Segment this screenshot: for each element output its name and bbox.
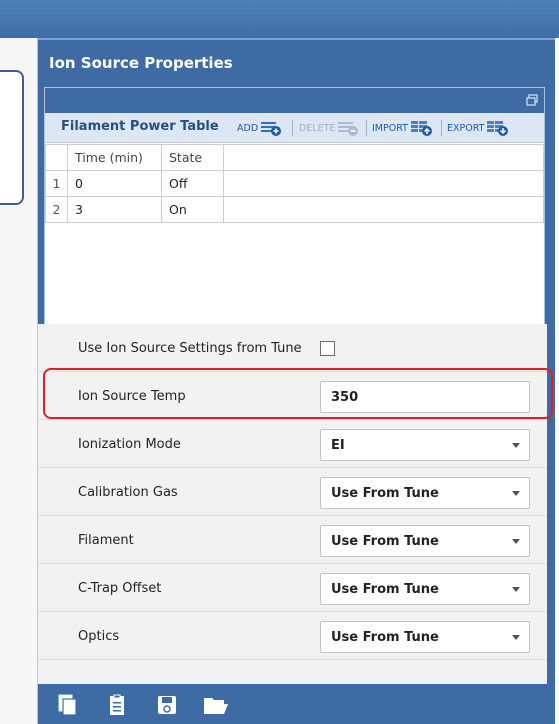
- column-header-time[interactable]: Time (min): [67, 144, 162, 171]
- left-pane: [0, 38, 38, 724]
- table-title: Filament Power Table: [61, 119, 219, 134]
- optics-dropdown[interactable]: Use From Tune: [320, 621, 530, 653]
- ctrap-offset-dropdown[interactable]: Use From Tune: [320, 573, 530, 605]
- row-number-header: [45, 144, 68, 171]
- use-tune-label: Use Ion Source Settings from Tune: [78, 340, 302, 356]
- folder-open-icon[interactable]: [202, 694, 230, 716]
- cell-state[interactable]: On: [161, 196, 224, 223]
- row-number: 2: [45, 196, 68, 223]
- clipboard-icon[interactable]: [106, 694, 128, 716]
- optics-value: Use From Tune: [331, 629, 439, 645]
- left-card[interactable]: [0, 70, 24, 205]
- table-header-strip: [45, 88, 544, 113]
- maximize-icon[interactable]: [526, 94, 538, 106]
- cell-time[interactable]: 3: [67, 196, 162, 223]
- use-tune-checkbox[interactable]: [320, 341, 335, 356]
- property-row-use-tune: Use Ion Source Settings from Tune: [38, 324, 547, 372]
- cell-filler: [223, 170, 544, 197]
- chevron-down-icon: [512, 443, 520, 448]
- delete-row-icon: [338, 122, 359, 136]
- save-icon[interactable]: [156, 694, 178, 716]
- toolbar-separator: [292, 120, 293, 136]
- column-header-filler: [223, 144, 544, 171]
- export-label: EXPORT: [447, 122, 485, 134]
- import-icon: [410, 121, 432, 136]
- chevron-down-icon: [512, 491, 520, 496]
- chevron-down-icon: [512, 539, 520, 544]
- calibration-gas-dropdown[interactable]: Use From Tune: [320, 477, 530, 509]
- property-row-ctrap-offset: C-Trap Offset Use From Tune: [38, 564, 547, 612]
- calibration-gas-value: Use From Tune: [331, 485, 439, 501]
- import-button[interactable]: IMPORT: [372, 118, 434, 138]
- panel-title: Ion Source Properties: [38, 38, 555, 86]
- chevron-down-icon: [512, 635, 520, 640]
- column-header-state[interactable]: State: [161, 144, 224, 171]
- cell-filler: [223, 196, 544, 223]
- filament-value: Use From Tune: [331, 533, 439, 549]
- filament-power-table-box: Filament Power Table ADD DELETE IMPORT E…: [44, 87, 545, 352]
- highlight-annotation: [43, 368, 553, 419]
- grid-header-row: Time (min) State: [45, 144, 544, 171]
- cell-time[interactable]: 0: [67, 170, 162, 197]
- ionization-mode-value: EI: [331, 437, 345, 453]
- filament-dropdown[interactable]: Use From Tune: [320, 525, 530, 557]
- table-toolbar: Filament Power Table ADD DELETE IMPORT E…: [45, 113, 544, 143]
- export-button[interactable]: EXPORT: [447, 118, 510, 138]
- toolbar-separator: [366, 120, 367, 136]
- table-row[interactable]: 2 3 On: [45, 196, 544, 223]
- row-number: 1: [45, 170, 68, 197]
- delete-label: DELETE: [299, 122, 336, 134]
- chevron-down-icon: [512, 587, 520, 592]
- add-label: ADD: [237, 122, 259, 134]
- ctrap-offset-label: C-Trap Offset: [78, 580, 162, 596]
- calibration-gas-label: Calibration Gas: [78, 484, 178, 500]
- property-row-filament: Filament Use From Tune: [38, 516, 547, 564]
- filament-power-grid: Time (min) State 1 0 Off 2 3 On: [45, 144, 544, 223]
- ctrap-offset-value: Use From Tune: [331, 581, 439, 597]
- property-row-calibration-gas: Calibration Gas Use From Tune: [38, 468, 547, 516]
- add-row-icon: [261, 122, 282, 136]
- top-title-bar: [0, 0, 559, 38]
- toolbar-separator: [441, 120, 442, 136]
- import-label: IMPORT: [372, 122, 408, 134]
- filament-label: Filament: [78, 532, 134, 548]
- optics-label: Optics: [78, 628, 120, 644]
- property-row-optics: Optics Use From Tune: [38, 612, 547, 660]
- table-row[interactable]: 1 0 Off: [45, 170, 544, 197]
- copy-icon[interactable]: [56, 694, 78, 716]
- ionization-mode-dropdown[interactable]: EI: [320, 429, 530, 461]
- bottom-toolbar: [38, 684, 555, 724]
- add-button[interactable]: ADD: [237, 118, 282, 138]
- delete-button[interactable]: DELETE: [299, 118, 359, 138]
- cell-state[interactable]: Off: [161, 170, 224, 197]
- export-icon: [487, 121, 509, 136]
- ionization-mode-label: Ionization Mode: [78, 436, 181, 452]
- property-row-ionization-mode: Ionization Mode EI: [38, 420, 547, 468]
